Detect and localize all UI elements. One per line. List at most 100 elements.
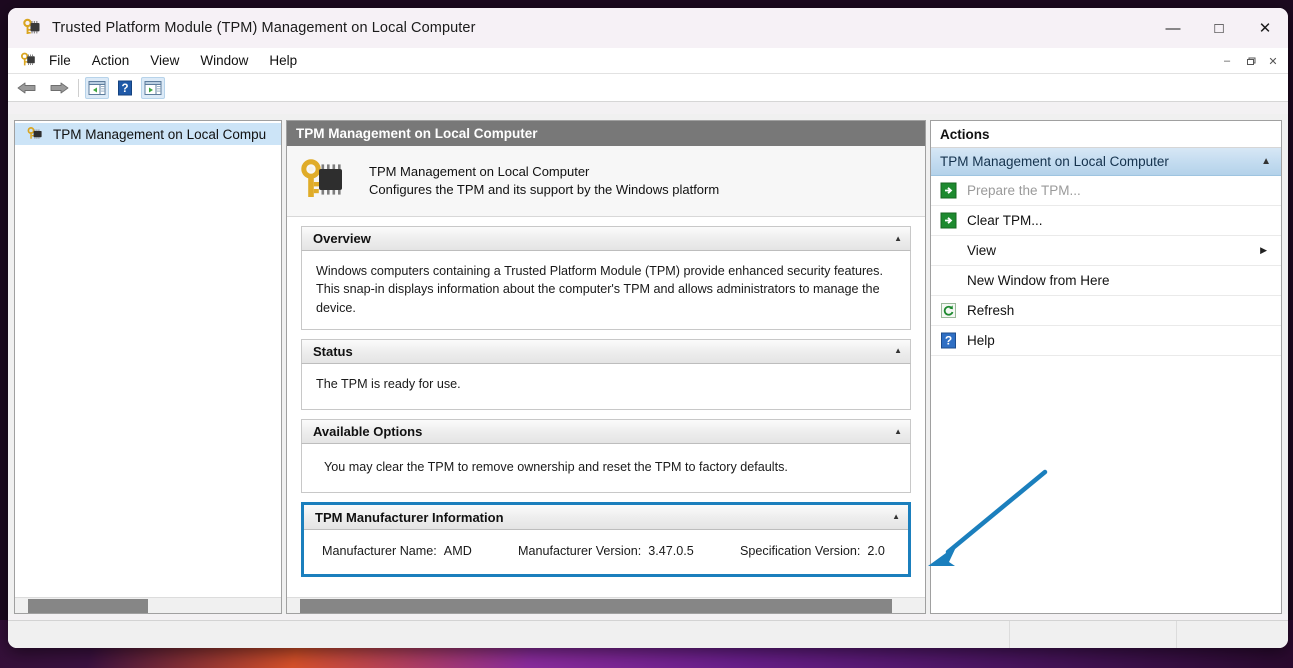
banner-subtitle: Configures the TPM and its support by th… — [369, 182, 720, 197]
section-overview-header[interactable]: Overview ▲ — [301, 226, 911, 251]
green-arrow-icon — [940, 212, 958, 230]
manufacturer-version-value: 3.47.0.5 — [648, 544, 694, 559]
tpm-key-chip-icon — [22, 18, 42, 38]
actions-pane: Actions TPM Management on Local Computer… — [930, 120, 1282, 614]
status-bar-segment — [1177, 621, 1288, 648]
actions-group-header[interactable]: TPM Management on Local Computer ▲ — [931, 148, 1281, 176]
window-title-text: Trusted Platform Module (TPM) Management… — [52, 20, 476, 36]
window-title-bar: Trusted Platform Module (TPM) Management… — [8, 8, 1288, 48]
specification-version-label: Specification Version: — [740, 544, 861, 559]
section-tpm-manufacturer-information: TPM Manufacturer Information ▲ Manufactu… — [301, 502, 911, 578]
content-banner: TPM Management on Local Computer Configu… — [287, 146, 925, 217]
chevron-up-icon[interactable]: ▲ — [894, 234, 902, 243]
green-arrow-icon — [940, 182, 958, 200]
mdi-close-button[interactable]: ✕ — [1262, 51, 1284, 71]
sidebar-item-tpm-management[interactable]: TPM Management on Local Compu — [15, 123, 281, 145]
action-label-refresh: Refresh — [967, 303, 1015, 318]
chevron-right-icon: ▶ — [1260, 245, 1267, 255]
section-status-title: Status — [313, 343, 353, 359]
content-scroll-area: TPM Management on Local Computer Configu… — [287, 146, 925, 597]
toolbar: ? — [8, 74, 1288, 102]
banner-title: TPM Management on Local Computer — [369, 164, 590, 180]
section-overview-body: Windows computers containing a Trusted P… — [301, 251, 911, 330]
window-controls: — □ ✕ — [1150, 8, 1288, 48]
close-button[interactable]: ✕ — [1242, 8, 1288, 48]
action-label-help: Help — [967, 333, 995, 348]
content-horizontal-scrollbar[interactable] — [287, 597, 925, 613]
svg-text:?: ? — [945, 333, 952, 347]
specification-version-value: 2.0 — [867, 544, 885, 559]
section-overview-text: Windows computers containing a Trusted P… — [316, 264, 883, 315]
action-item-view[interactable]: View ▶ — [931, 236, 1281, 266]
action-label-clear-tpm: Clear TPM... — [967, 213, 1043, 228]
tree-scrollbar-thumb[interactable] — [28, 598, 148, 613]
menu-item-help[interactable]: Help — [260, 50, 306, 71]
specification-version-field: Specification Version: 2.0 — [740, 544, 885, 558]
content-scrollbar-thumb[interactable] — [300, 598, 892, 613]
help-question-icon: ? — [940, 332, 958, 350]
menu-item-view[interactable]: View — [141, 50, 188, 71]
section-available-options: Available Options ▲ You may clear the TP… — [301, 419, 911, 494]
tree-horizontal-scrollbar[interactable] — [15, 597, 281, 613]
section-status: Status ▲ The TPM is ready for use. — [301, 338, 911, 410]
forward-arrow-icon[interactable] — [46, 77, 72, 99]
content-pane: TPM Management on Local Computer TPM Man… — [286, 120, 926, 614]
help-question-icon[interactable]: ? — [113, 77, 137, 99]
section-overview: Overview ▲ Windows computers containing … — [301, 226, 911, 330]
minimize-button[interactable]: — — [1150, 8, 1196, 48]
banner-text-block: TPM Management on Local Computer Configu… — [369, 163, 719, 198]
show-hide-action-pane-icon[interactable] — [141, 76, 165, 99]
manufacturer-version-label: Manufacturer Version: — [518, 544, 642, 559]
console-tree-pane: TPM Management on Local Compu — [14, 120, 282, 614]
manufacturer-name-field: Manufacturer Name: AMD — [322, 544, 518, 558]
toolbar-separator — [78, 78, 79, 97]
mmc-panes: TPM Management on Local Compu TPM Manage… — [8, 114, 1288, 614]
section-available-options-header[interactable]: Available Options ▲ — [301, 419, 911, 444]
actions-pane-header: Actions — [931, 121, 1281, 148]
show-hide-tree-icon[interactable] — [85, 76, 109, 99]
chevron-up-icon[interactable]: ▲ — [1261, 156, 1271, 167]
mdi-window-controls: – ✕ — [1215, 48, 1284, 74]
status-text: The TPM is ready for use. — [316, 376, 461, 391]
actions-title: Actions — [940, 126, 990, 142]
manufacturer-name-value: AMD — [443, 544, 472, 559]
section-manufacturer-header[interactable]: TPM Manufacturer Information ▲ — [304, 505, 908, 531]
manufacturer-fields-row: Manufacturer Name: AMD Manufacturer Vers… — [322, 544, 890, 558]
action-label-view: View — [967, 243, 997, 258]
mdi-restore-button[interactable] — [1239, 51, 1261, 71]
manufacturer-version-field: Manufacturer Version: 3.47.0.5 — [518, 544, 740, 558]
section-status-header[interactable]: Status ▲ — [301, 338, 911, 364]
action-item-prepare-the-tpm[interactable]: Prepare the TPM... — [931, 176, 1281, 206]
action-item-clear-tpm[interactable]: Clear TPM... — [931, 206, 1281, 236]
chevron-up-icon[interactable]: ▲ — [894, 427, 902, 436]
sidebar-item-label: TPM Management on Local Compu — [53, 126, 267, 142]
section-overview-title: Overview — [313, 231, 371, 246]
available-options-text: You may clear the TPM to remove ownershi… — [324, 460, 788, 474]
back-arrow-icon[interactable] — [14, 77, 40, 99]
console-tree-body: TPM Management on Local Compu — [15, 121, 281, 597]
chevron-up-icon[interactable]: ▲ — [894, 347, 902, 355]
gold-key-chip-icon — [299, 158, 355, 204]
menu-item-file[interactable]: File — [40, 50, 80, 71]
tpm-node-icon — [27, 126, 45, 142]
refresh-icon — [940, 302, 958, 320]
menu-item-window[interactable]: Window — [191, 50, 257, 71]
action-item-refresh[interactable]: Refresh — [931, 296, 1281, 326]
chevron-up-icon[interactable]: ▲ — [892, 513, 900, 521]
section-manufacturer-body: Manufacturer Name: AMD Manufacturer Vers… — [304, 530, 908, 575]
action-label-prepare-the-tpm: Prepare the TPM... — [967, 183, 1081, 198]
content-title-bar: TPM Management on Local Computer — [287, 121, 925, 146]
action-label-new-window-from-here: New Window from Here — [967, 273, 1110, 288]
console-root-icon — [20, 52, 37, 69]
action-item-new-window-from-here[interactable]: New Window from Here — [931, 266, 1281, 296]
manufacturer-name-label: Manufacturer Name: — [322, 544, 437, 559]
section-status-body: The TPM is ready for use. — [301, 363, 911, 410]
mdi-minimize-button[interactable]: – — [1216, 51, 1238, 71]
action-item-help[interactable]: ? Help — [931, 326, 1281, 356]
menu-item-action[interactable]: Action — [83, 50, 139, 71]
section-available-options-body: You may clear the TPM to remove ownershi… — [301, 444, 911, 494]
status-bar — [8, 620, 1288, 648]
maximize-button[interactable]: □ — [1196, 8, 1242, 48]
status-bar-segment — [1010, 621, 1177, 648]
svg-text:?: ? — [121, 83, 128, 95]
